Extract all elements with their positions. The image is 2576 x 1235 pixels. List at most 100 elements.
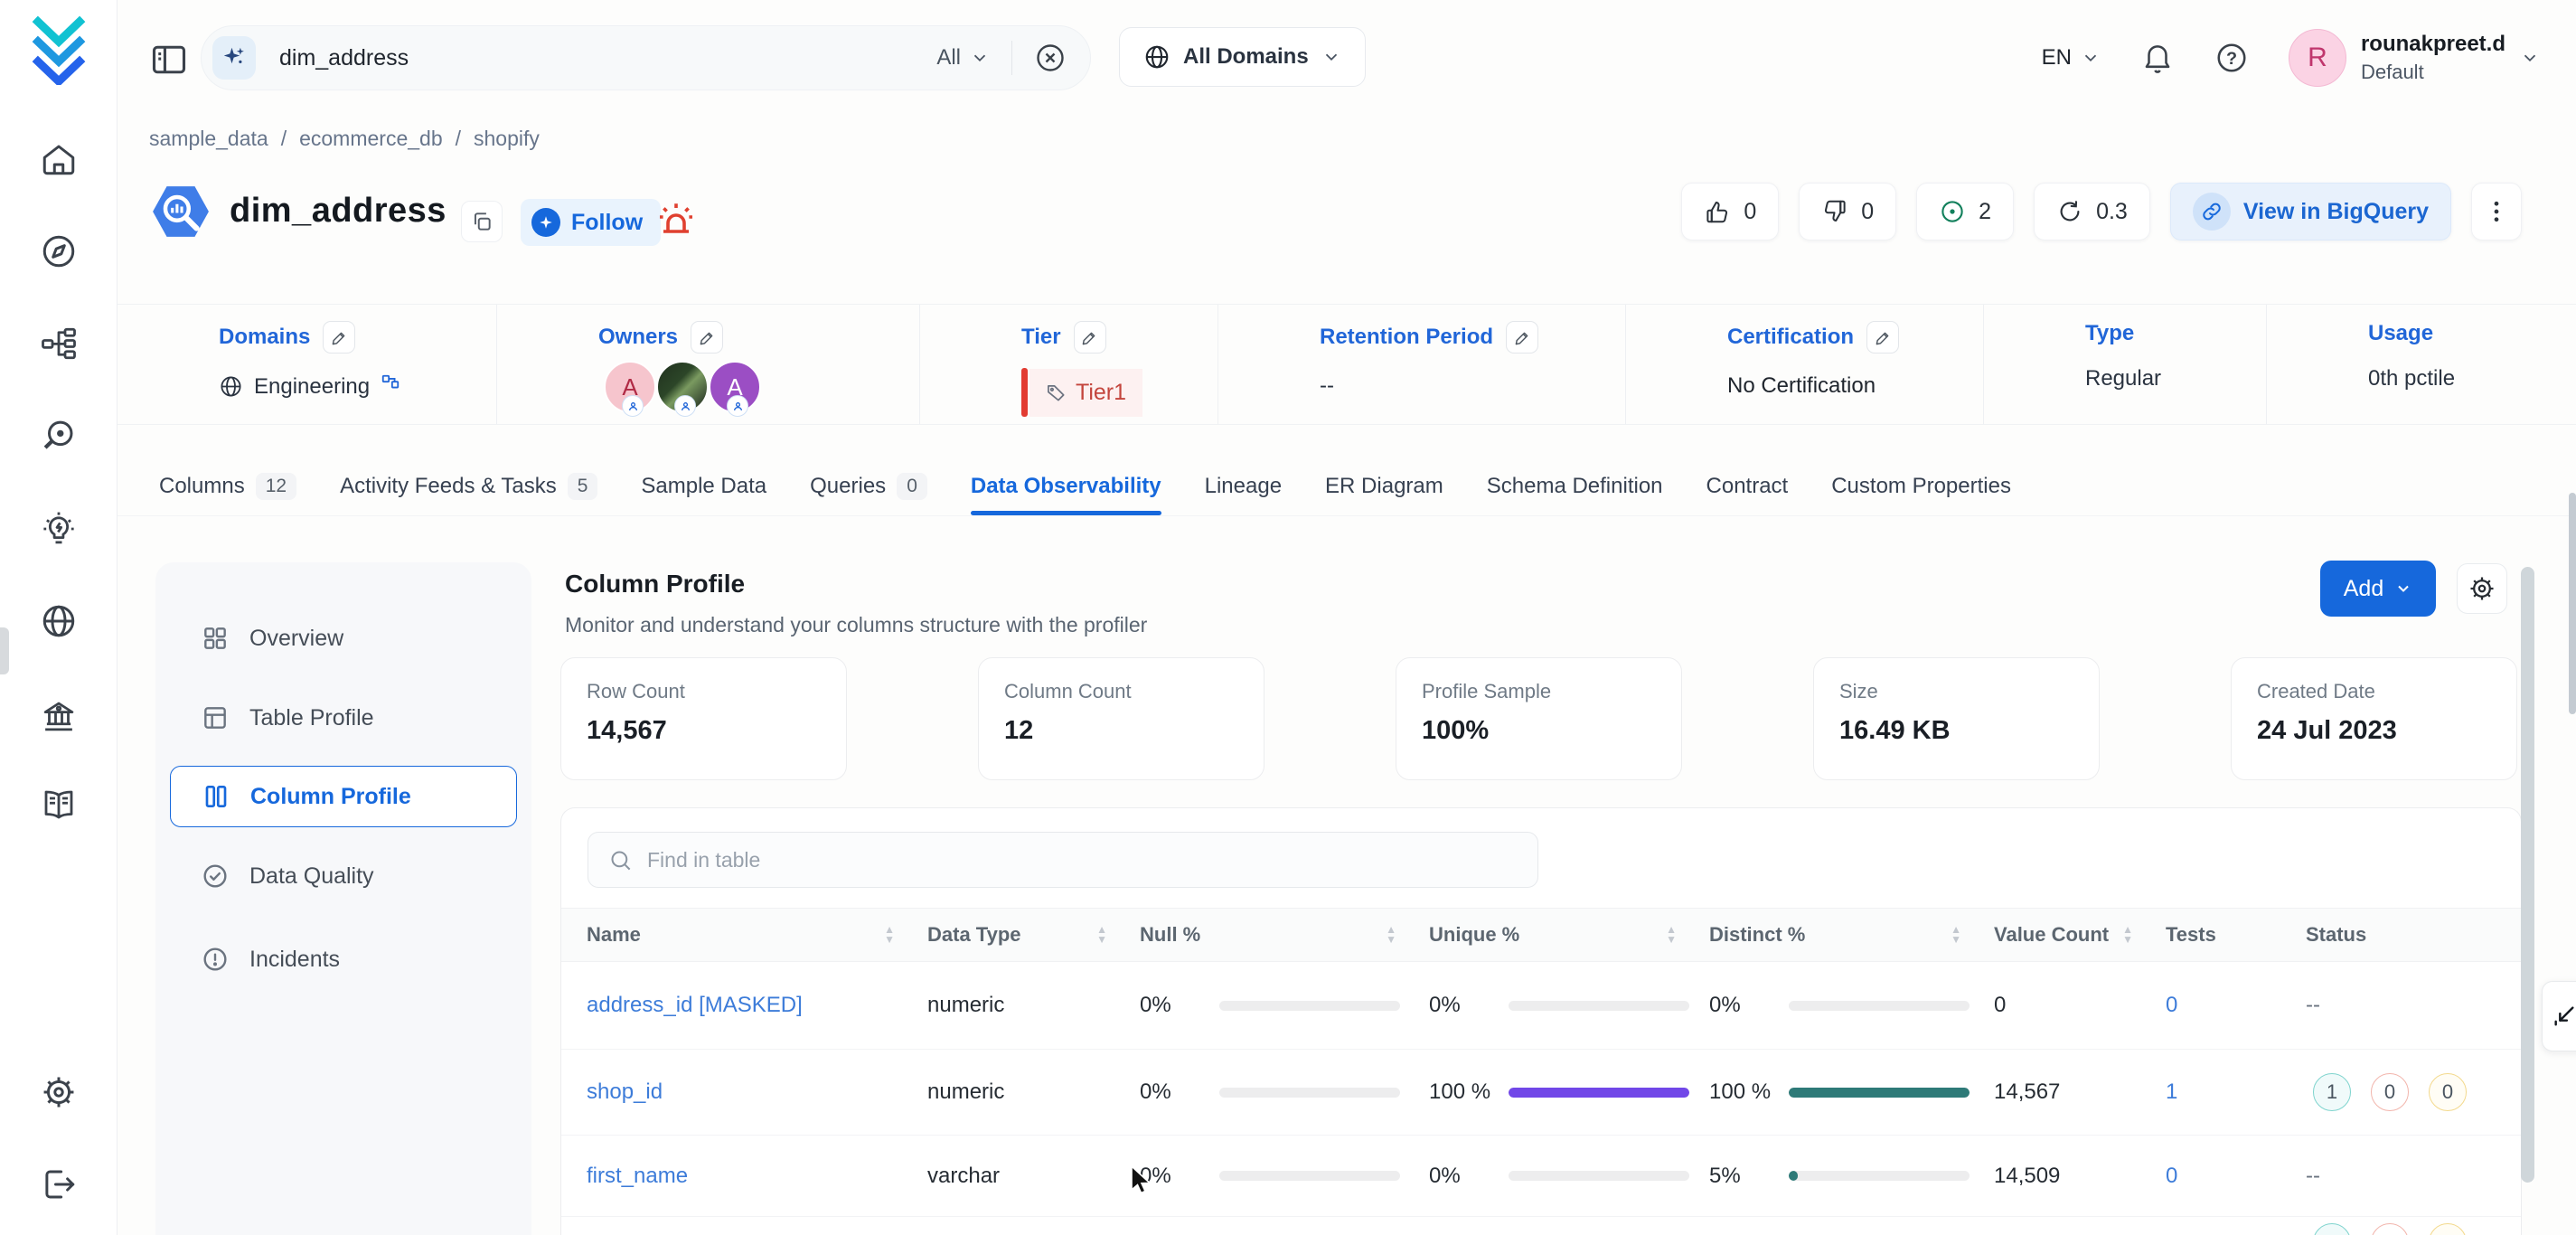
null-pct-cell: 0% [1131,989,1420,1022]
more-options-button[interactable] [2471,183,2522,240]
tab-contract[interactable]: Contract [1706,457,1789,515]
sort-icon[interactable]: ▲▼ [2122,925,2133,945]
nav-overview[interactable]: Overview [170,608,517,669]
column-name-link[interactable]: address_id [MASKED] [587,993,803,1017]
tests-link[interactable]: 0 [2166,993,2177,1017]
chevron-down-icon [2081,48,2101,68]
sort-icon[interactable]: ▲▼ [1386,925,1396,945]
language-dropdown[interactable]: EN [2042,45,2101,71]
collate-logo-icon[interactable] [27,14,90,85]
glossary-book-icon[interactable] [38,784,80,825]
sort-icon[interactable]: ▲▼ [884,925,895,945]
breadcrumb-schema[interactable]: shopify [474,127,540,151]
tab-columns[interactable]: Columns12 [159,457,296,515]
unique-pct-cell: 100 % [1420,1076,1700,1108]
tests-success-badge[interactable]: 1 [2313,1073,2351,1111]
retention-value: -- [1320,373,1334,399]
edit-retention-icon[interactable] [1506,321,1538,354]
sort-icon[interactable]: ▲▼ [1666,925,1677,945]
edit-owners-icon[interactable] [691,321,723,354]
column-name-link[interactable]: first_name [587,1164,688,1188]
entity-actions: 0 0 2 0.3 View in BigQuery [1681,183,2522,240]
tab-er-diagram[interactable]: ER Diagram [1325,457,1443,515]
profile-stat-cards: Row Count14,567 Column Count12 Profile S… [560,657,2517,780]
upvote-button[interactable]: 0 [1681,183,1779,240]
version-button[interactable]: 0.3 [2034,183,2150,240]
user-menu[interactable]: R rounakpreet.d Default [2289,29,2540,87]
version-history-icon [2056,198,2083,225]
tests-link[interactable]: 0 [2166,1164,2177,1188]
insights-bulb-icon[interactable] [38,508,80,550]
resize-handle-icon [2552,1004,2576,1029]
follow-label: Follow [571,210,643,236]
edit-certification-icon[interactable] [1866,321,1899,354]
all-domains-label: All Domains [1183,44,1309,70]
lineage-flow-icon[interactable] [38,323,80,364]
sort-icon[interactable]: ▲▼ [1951,925,1961,945]
find-in-table[interactable] [588,832,1538,888]
window-scrollbar-thumb[interactable] [2569,493,2576,714]
breadcrumb-service[interactable]: sample_data [149,127,268,151]
resize-handle[interactable] [2542,981,2576,1051]
search-scope-dropdown[interactable]: All [936,45,990,71]
profiler-side-nav: Overview Table Profile Column Profile Da… [155,562,531,1235]
view-in-source-button[interactable]: View in BigQuery [2170,183,2451,240]
breadcrumb-separator: / [281,127,287,151]
help-icon[interactable]: ? [2214,41,2249,75]
nav-column-profile[interactable]: Column Profile [170,766,517,827]
thumbs-up-icon [1704,198,1731,225]
sort-icon[interactable]: ▲▼ [1096,925,1107,945]
notifications-bell-icon[interactable] [2140,41,2175,75]
breadcrumb-database[interactable]: ecommerce_db [299,127,443,151]
domains-globe-icon[interactable] [38,600,80,642]
all-domains-dropdown[interactable]: All Domains [1119,27,1366,87]
incidents-count-button[interactable]: 2 [1916,183,2014,240]
sidebar-toggle-icon[interactable] [149,40,189,80]
tab-schema-definition[interactable]: Schema Definition [1487,457,1663,515]
add-button[interactable]: Add [2320,561,2436,617]
tab-activity-feeds[interactable]: Activity Feeds & Tasks5 [340,457,597,515]
circle-dot-icon [1939,198,1966,225]
sidebar-expand-handle[interactable] [0,627,9,674]
tab-queries[interactable]: Queries0 [810,457,927,515]
edit-tier-icon[interactable] [1074,321,1106,354]
observability-search-icon[interactable] [38,415,80,457]
page-title: dim_address [230,192,447,231]
follow-button[interactable]: Follow [521,199,661,246]
type-label: Type [2085,321,2134,346]
column-name-link[interactable]: shop_id [587,1079,663,1104]
global-search-bar[interactable]: All [201,25,1091,90]
gear-icon [2468,574,2496,603]
search-input[interactable] [279,45,936,71]
domain-link[interactable]: Engineering [254,374,370,400]
announcement-siren-icon[interactable] [654,197,698,240]
globe-icon [1143,43,1170,71]
tab-data-observability[interactable]: Data Observability [971,457,1161,515]
logout-icon[interactable] [38,1164,80,1205]
tab-custom-properties[interactable]: Custom Properties [1831,457,2011,515]
tier-tag[interactable]: Tier1 [1021,368,1217,417]
explore-compass-icon[interactable] [38,231,80,272]
nav-incidents[interactable]: Incidents [170,929,517,990]
settings-gear-icon[interactable] [38,1071,80,1113]
edit-domains-icon[interactable] [323,321,355,354]
tests-link[interactable]: 1 [2166,1079,2177,1104]
downvote-button[interactable]: 0 [1799,183,1896,240]
clear-search-icon[interactable] [1034,42,1067,74]
tests-failed-badge[interactable]: 0 [2371,1073,2409,1111]
chevron-down-icon [970,48,990,68]
find-in-table-input[interactable] [647,848,1518,872]
home-icon[interactable] [38,138,80,180]
nav-data-quality[interactable]: Data Quality [170,845,517,907]
tests-aborted-badge[interactable]: 0 [2429,1073,2467,1111]
governance-bank-icon[interactable] [38,695,80,737]
owners-label: Owners [598,325,678,350]
copy-name-button[interactable] [461,201,503,242]
panel-scrollbar-thumb[interactable] [2521,567,2534,1183]
nav-table-profile[interactable]: Table Profile [170,687,517,749]
distinct-pct-cell: 100 % [1700,1076,1985,1108]
tab-sample-data[interactable]: Sample Data [641,457,766,515]
tab-lineage[interactable]: Lineage [1205,457,1282,515]
profiler-settings-button[interactable] [2457,563,2507,614]
stat-size: Size16.49 KB [1813,657,2100,780]
